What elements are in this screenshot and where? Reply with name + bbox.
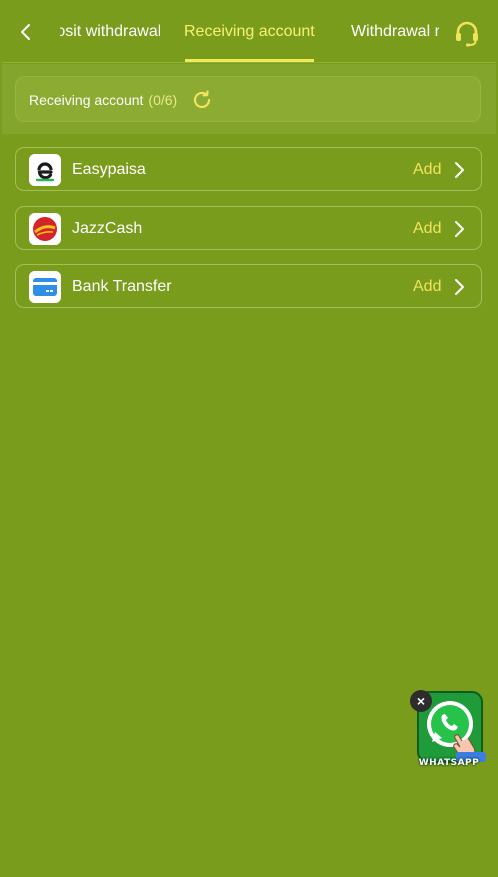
account-summary-bar: Receiving account (0/6)	[15, 76, 481, 122]
tab-withdrawal-record[interactable]: Withdrawal record	[351, 2, 439, 62]
top-nav: Deposit withdrawal Receiving account Wit…	[2, 2, 496, 63]
add-account-link[interactable]: Add	[413, 220, 441, 238]
easypaisa-logo-icon	[29, 154, 61, 186]
add-account-link[interactable]: Add	[413, 161, 441, 179]
account-row-jazzcash[interactable]: JazzCash Add	[15, 206, 482, 250]
chevron-right-icon	[455, 221, 464, 237]
tab-label: Receiving account	[184, 23, 315, 40]
account-summary-label: Receiving account (0/6)	[29, 92, 177, 108]
account-row-easypaisa[interactable]: Easypaisa Add	[15, 147, 482, 191]
account-name: JazzCash	[72, 220, 143, 237]
summary-title: Receiving account	[29, 92, 144, 108]
headset-icon	[456, 21, 478, 47]
account-row-bank-transfer[interactable]: Bank Transfer Add	[15, 264, 482, 308]
refresh-button[interactable]	[191, 89, 213, 111]
chevron-left-icon	[21, 24, 30, 40]
chevron-right-icon	[455, 279, 464, 295]
account-summary-section: Receiving account (0/6)	[2, 64, 496, 134]
jazzcash-logo-icon	[29, 213, 61, 245]
tab-label: Deposit withdrawal	[60, 23, 160, 40]
active-tab-indicator	[185, 59, 314, 62]
chevron-right-icon	[455, 162, 464, 178]
account-name: Bank Transfer	[72, 278, 172, 295]
back-button[interactable]	[14, 20, 38, 44]
account-count: (0/6)	[148, 92, 178, 108]
close-icon[interactable]: ×	[410, 690, 432, 712]
app-frame: Deposit withdrawal Receiving account Wit…	[2, 2, 496, 875]
bank-card-icon	[29, 271, 61, 303]
refresh-icon	[193, 90, 211, 109]
tab-label: Withdrawal record	[351, 23, 439, 40]
account-name: Easypaisa	[72, 161, 146, 178]
add-account-link[interactable]: Add	[413, 278, 441, 296]
whatsapp-float-button[interactable]: × WHATSAPP	[410, 688, 494, 774]
tab-receiving-account[interactable]: Receiving account	[184, 2, 315, 62]
whatsapp-label: WHATSAPP	[418, 758, 480, 768]
customer-support-button[interactable]	[452, 18, 482, 48]
tab-deposit-withdrawal[interactable]: Deposit withdrawal	[60, 2, 160, 62]
